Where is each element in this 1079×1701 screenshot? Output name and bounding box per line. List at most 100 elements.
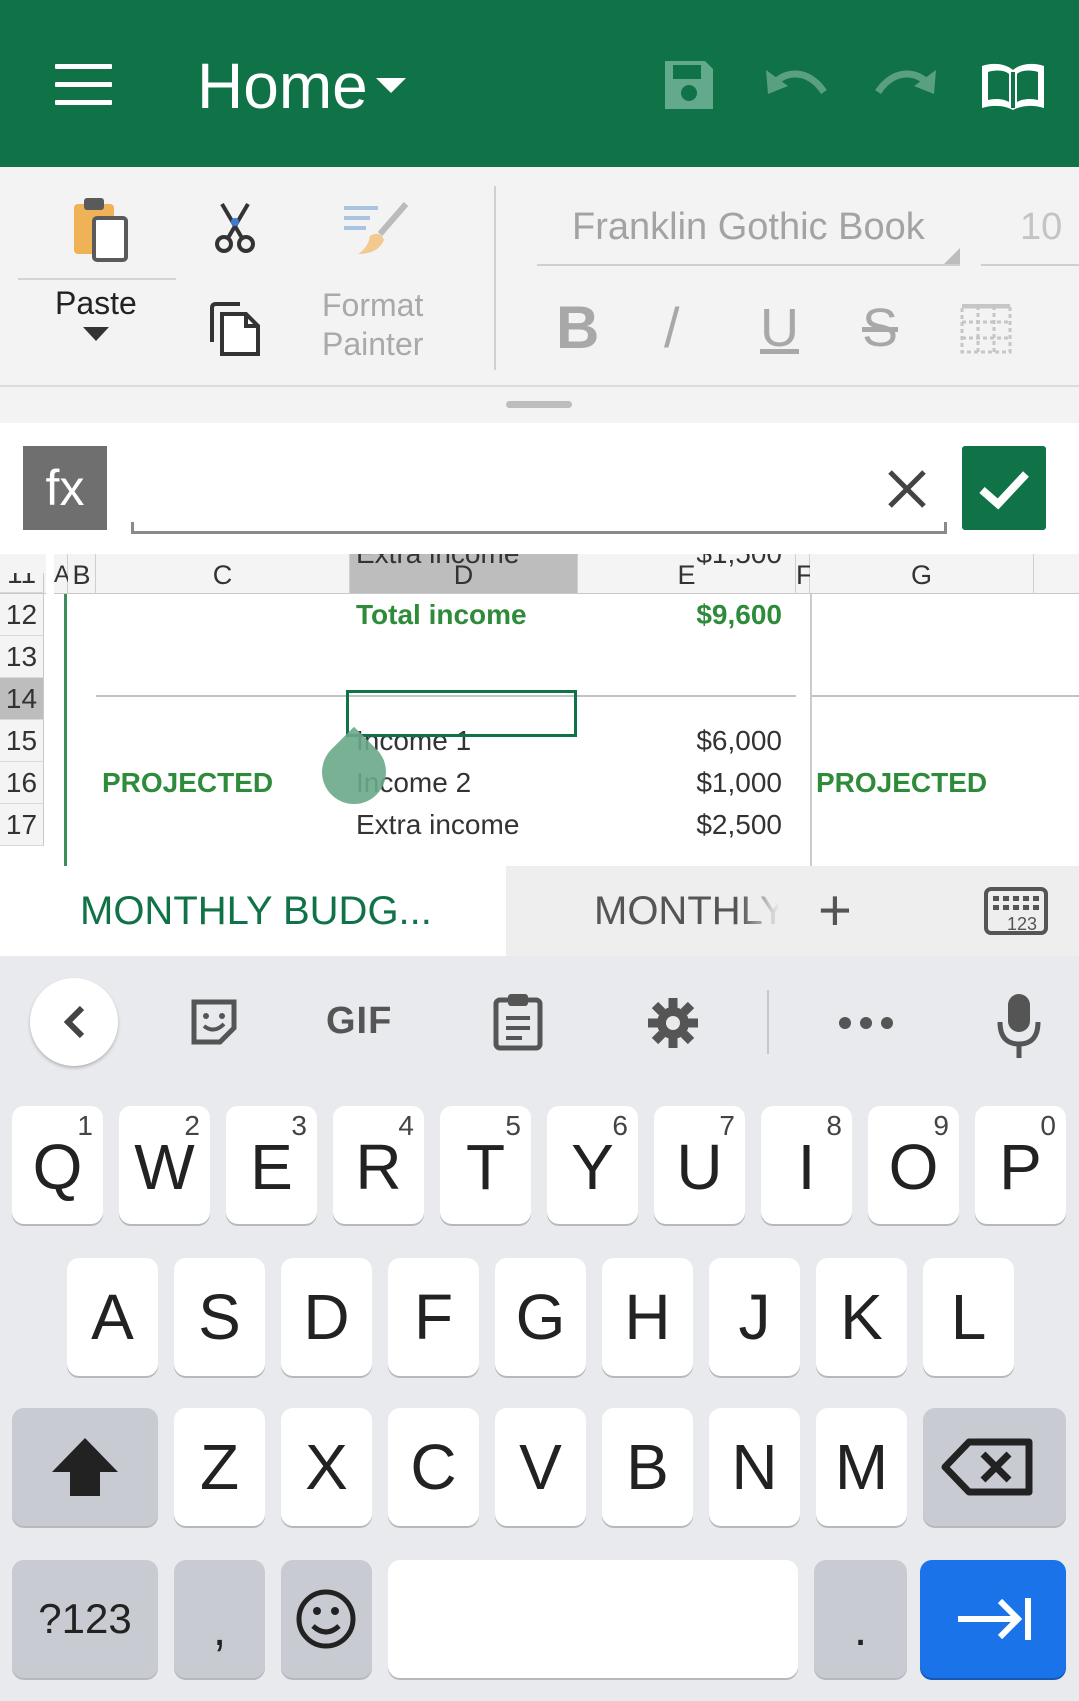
key-r[interactable]: R4 <box>333 1106 424 1224</box>
gear-icon[interactable] <box>646 996 700 1050</box>
key-b[interactable]: B <box>602 1408 693 1526</box>
redo-icon[interactable] <box>872 64 938 104</box>
key-h[interactable]: H <box>602 1258 693 1376</box>
key-w[interactable]: W2 <box>119 1106 210 1224</box>
function-button[interactable]: fx <box>23 446 107 530</box>
key-z[interactable]: Z <box>174 1408 265 1526</box>
key-s[interactable]: S <box>174 1258 265 1376</box>
symbols-key[interactable]: ?123 <box>12 1560 158 1678</box>
key-x[interactable]: X <box>281 1408 372 1526</box>
key-l[interactable]: L <box>923 1258 1014 1376</box>
key-y[interactable]: Y6 <box>547 1106 638 1224</box>
italic-button[interactable]: / <box>664 296 680 360</box>
key-a[interactable]: A <box>67 1258 158 1376</box>
clipboard-icon[interactable] <box>492 992 544 1052</box>
row-header-17[interactable]: 17 <box>0 804 44 846</box>
more-options-icon[interactable] <box>838 1016 894 1030</box>
font-name-selector[interactable]: Franklin Gothic Book <box>572 206 925 249</box>
key-o-label: O <box>888 1131 939 1203</box>
key-c[interactable]: C <box>388 1408 479 1526</box>
key-f[interactable]: F <box>388 1258 479 1376</box>
backspace-icon <box>941 1438 1033 1496</box>
column-header-f[interactable]: F <box>796 554 813 594</box>
column-header-next[interactable] <box>1034 554 1079 594</box>
key-e[interactable]: E3 <box>226 1106 317 1224</box>
enter-key[interactable] <box>920 1560 1066 1678</box>
key-k[interactable]: K <box>816 1258 907 1376</box>
sheet-tab-monthly[interactable]: MONTHLY <box>508 866 778 956</box>
cut-icon[interactable] <box>212 202 258 254</box>
row-header-12[interactable]: 12 <box>0 594 44 636</box>
key-m[interactable]: M <box>816 1408 907 1526</box>
microphone-icon[interactable] <box>996 992 1042 1060</box>
format-painter-icon[interactable] <box>344 202 410 258</box>
paste-options-caret-icon[interactable] <box>83 327 109 341</box>
cell-e16[interactable]: $1,000 <box>600 762 782 804</box>
ribbon-drag-handle[interactable] <box>506 401 572 408</box>
key-v[interactable]: V <box>495 1408 586 1526</box>
formula-input[interactable] <box>131 448 947 534</box>
save-icon[interactable] <box>661 57 717 113</box>
row-header-16[interactable]: 16 <box>0 762 44 804</box>
numeric-keyboard-icon[interactable]: 123 <box>983 886 1049 936</box>
period-key[interactable]: . <box>814 1560 907 1678</box>
paste-button[interactable]: Paste <box>55 285 137 322</box>
cell-d17[interactable]: Extra income <box>356 804 519 846</box>
key-g[interactable]: G <box>495 1258 586 1376</box>
cell-d11[interactable]: Extra income <box>356 554 519 574</box>
cell-c16[interactable]: PROJECTED <box>102 762 273 804</box>
key-q-label: Q <box>32 1131 83 1203</box>
key-u[interactable]: U7 <box>654 1106 745 1224</box>
row-header-15[interactable]: 15 <box>0 720 44 762</box>
copy-icon[interactable] <box>208 302 264 358</box>
sticker-icon[interactable] <box>188 996 240 1048</box>
shift-key[interactable] <box>12 1408 158 1526</box>
cell-d12[interactable]: Total income <box>356 594 527 636</box>
key-p[interactable]: P0 <box>975 1106 1066 1224</box>
menu-icon[interactable] <box>55 64 112 106</box>
ribbon-collapse-bar[interactable] <box>0 385 1079 423</box>
cell-e17[interactable]: $2,500 <box>600 804 782 846</box>
cell-e12[interactable]: $9,600 <box>600 594 782 636</box>
cell-g16[interactable]: PROJECTED <box>816 762 987 804</box>
column-header-a[interactable]: A <box>54 554 70 594</box>
gif-button[interactable]: GIF <box>326 1000 392 1043</box>
key-n[interactable]: N <box>709 1408 800 1526</box>
key-d[interactable]: D <box>281 1258 372 1376</box>
bold-button[interactable]: B <box>556 296 599 360</box>
font-size-selector[interactable]: 10 <box>1020 206 1062 249</box>
emoji-key[interactable] <box>281 1560 372 1678</box>
undo-icon[interactable] <box>764 64 830 104</box>
format-painter-button[interactable]: Format Painter <box>322 286 423 364</box>
sheet-tab-active[interactable]: MONTHLY BUDG... <box>0 866 506 956</box>
comma-key[interactable]: , <box>174 1560 265 1678</box>
backspace-key[interactable] <box>923 1408 1066 1526</box>
key-y-label: Y <box>571 1131 614 1203</box>
column-header-g[interactable]: G <box>810 554 1034 594</box>
key-q[interactable]: Q1 <box>12 1106 103 1224</box>
add-sheet-button[interactable]: + <box>818 882 852 940</box>
paste-icon[interactable] <box>70 194 130 264</box>
key-t[interactable]: T5 <box>440 1106 531 1224</box>
row-header-13[interactable]: 13 <box>0 636 44 678</box>
ribbon-tab-title[interactable]: Home <box>197 50 368 122</box>
key-o[interactable]: O9 <box>868 1106 959 1224</box>
read-mode-icon[interactable] <box>978 60 1048 112</box>
confirm-button[interactable] <box>962 446 1046 530</box>
row-header-11[interactable]: 11 <box>0 573 44 593</box>
row-header-14[interactable]: 14 <box>0 678 44 720</box>
column-header-c[interactable]: C <box>96 554 350 594</box>
space-key[interactable] <box>388 1560 798 1678</box>
selected-cell-d14[interactable] <box>346 690 577 737</box>
caret-down-icon[interactable] <box>376 78 406 93</box>
close-icon[interactable] <box>882 464 932 514</box>
cell-e11[interactable]: $1,500 <box>600 554 782 574</box>
key-j[interactable]: J <box>709 1258 800 1376</box>
keyboard-back-button[interactable] <box>30 978 118 1066</box>
column-header-b[interactable]: B <box>68 554 96 594</box>
key-i[interactable]: I8 <box>761 1106 852 1224</box>
strikethrough-button[interactable]: S <box>862 296 898 360</box>
underline-button[interactable]: U <box>760 296 799 360</box>
cell-e15[interactable]: $6,000 <box>600 720 782 762</box>
borders-icon[interactable] <box>960 304 1012 354</box>
